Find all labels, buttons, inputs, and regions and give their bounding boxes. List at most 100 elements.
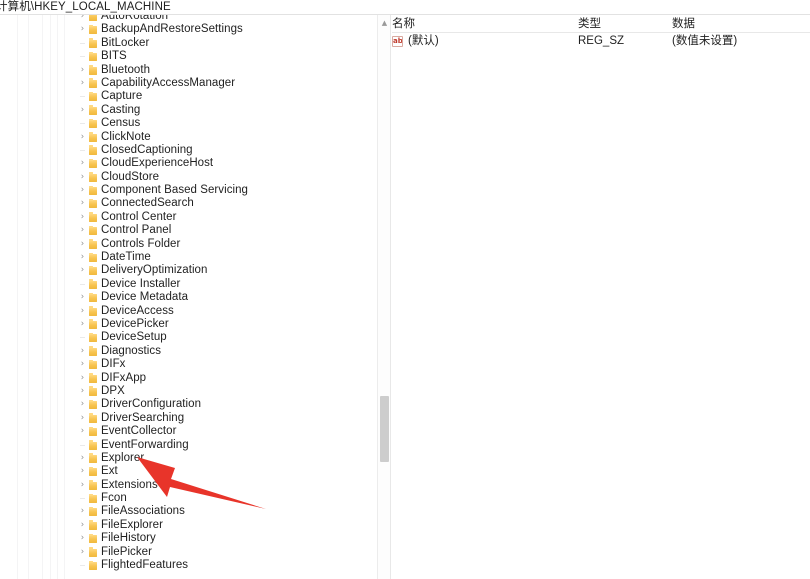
tree-item-eventforwarding[interactable]: EventForwarding (0, 439, 377, 452)
tree-item-casting[interactable]: › Casting (0, 104, 377, 117)
tree-item-bits[interactable]: BITS (0, 50, 377, 63)
chevron-right-icon[interactable]: › (78, 385, 87, 398)
folder-icon (89, 225, 97, 236)
chevron-right-icon[interactable]: › (78, 171, 87, 184)
tree-item-cloudexperiencehost[interactable]: › CloudExperienceHost (0, 157, 377, 170)
chevron-right-icon[interactable]: › (78, 184, 87, 197)
chevron-right-icon[interactable]: › (78, 318, 87, 331)
chevron-right-icon[interactable]: › (78, 131, 87, 144)
folder-icon (89, 78, 97, 88)
chevron-right-icon[interactable]: › (78, 519, 87, 532)
value-name-cell: (默认) (408, 35, 439, 47)
tree-item-blank[interactable] (0, 572, 377, 579)
registry-values-pane[interactable]: 名称 类型 数据 ab (默认) REG_SZ (数值未设置) (392, 15, 810, 579)
chevron-right-icon[interactable]: › (78, 425, 87, 438)
tree-item-filepicker[interactable]: › FilePicker (0, 546, 377, 559)
tree-item-control-panel[interactable]: › Control Panel (0, 224, 377, 237)
chevron-right-icon[interactable]: › (78, 345, 87, 358)
tree-item-difx[interactable]: › DIFx (0, 358, 377, 371)
chevron-right-icon[interactable]: › (78, 372, 87, 385)
chevron-right-icon[interactable]: › (78, 104, 87, 117)
tree-item-fileexplorer[interactable]: › FileExplorer (0, 519, 377, 532)
chevron-right-icon[interactable]: › (78, 546, 87, 559)
tree-item-controls-folder[interactable]: › Controls Folder (0, 238, 377, 251)
tree-item-cloudstore[interactable]: › CloudStore (0, 171, 377, 184)
column-header-name[interactable]: 名称 (392, 17, 415, 31)
registry-path-text: 计算机\HKEY_LOCAL_MACHINE (0, 1, 171, 13)
tree-item-explorer[interactable]: › Explorer (0, 452, 377, 465)
tree-item-flightedfeatures[interactable]: FlightedFeatures (0, 559, 377, 572)
table-row[interactable]: ab (默认) REG_SZ (数值未设置) (392, 34, 810, 49)
tree-item-diagnostics[interactable]: › Diagnostics (0, 345, 377, 358)
tree-item-datetime[interactable]: › DateTime (0, 251, 377, 264)
chevron-right-icon[interactable]: › (78, 238, 87, 251)
chevron-right-icon[interactable]: › (78, 64, 87, 77)
scroll-up-arrow-icon[interactable]: ▲ (378, 15, 391, 31)
registry-key-tree[interactable]: › AutoRotation › BackupAndRestoreSettings Bi… (0, 15, 377, 579)
tree-item-label: DPX (101, 384, 125, 397)
chevron-right-icon[interactable]: › (78, 505, 87, 518)
tree-item-deliveryoptimization[interactable]: › DeliveryOptimization (0, 264, 377, 277)
column-header-data[interactable]: 数据 (672, 17, 695, 31)
tree-item-census[interactable]: Census (0, 117, 377, 130)
tree-item-extensions[interactable]: › Extensions (0, 479, 377, 492)
chevron-right-icon[interactable]: › (78, 532, 87, 545)
tree-item-capabilityaccessmanager[interactable]: › CapabilityAccessManager (0, 77, 377, 90)
tree-item-driverconfiguration[interactable]: › DriverConfiguration (0, 398, 377, 411)
chevron-right-icon[interactable]: › (78, 15, 87, 23)
tree-item-clicknote[interactable]: › ClickNote (0, 131, 377, 144)
folder-icon (89, 105, 97, 115)
chevron-right-icon[interactable]: › (78, 465, 87, 478)
tree-item-device-installer[interactable]: Device Installer (0, 278, 377, 291)
tree-item-capture[interactable]: Capture (0, 90, 377, 103)
address-bar[interactable]: 计算机\HKEY_LOCAL_MACHINE (0, 0, 810, 15)
values-column-header: 名称 类型 数据 (392, 15, 810, 33)
tree-item-component-based-servicing[interactable]: › Component Based Servicing (0, 184, 377, 197)
chevron-right-icon[interactable]: › (78, 264, 87, 277)
tree-item-difxapp[interactable]: › DIFxApp (0, 372, 377, 385)
tree-item-deviceaccess[interactable]: › DeviceAccess (0, 305, 377, 318)
chevron-right-icon[interactable]: › (78, 398, 87, 411)
chevron-right-icon[interactable]: › (78, 452, 87, 465)
tree-item-devicesetup[interactable]: DeviceSetup (0, 331, 377, 344)
chevron-right-icon[interactable]: › (78, 305, 87, 318)
tree-item-autorotation[interactable]: › AutoRotation (0, 15, 377, 23)
chevron-right-icon[interactable]: › (78, 197, 87, 210)
tree-item-label: DriverSearching (101, 411, 185, 424)
tree-item-filehistory[interactable]: › FileHistory (0, 532, 377, 545)
chevron-right-icon[interactable]: › (78, 358, 87, 371)
column-header-type[interactable]: 类型 (578, 17, 601, 31)
tree-item-driversearching[interactable]: › DriverSearching (0, 412, 377, 425)
tree-item-control-center[interactable]: › Control Center (0, 211, 377, 224)
tree-item-devicepicker[interactable]: › DevicePicker (0, 318, 377, 331)
tree-item-label: Census (101, 117, 141, 130)
chevron-right-icon[interactable]: › (78, 157, 87, 170)
tree-item-label: Casting (101, 103, 141, 116)
tree-vertical-scrollbar[interactable]: ▲ (377, 15, 391, 579)
chevron-right-icon[interactable]: › (78, 224, 87, 237)
chevron-right-icon[interactable]: › (78, 251, 87, 264)
tree-item-connectedsearch[interactable]: › ConnectedSearch (0, 197, 377, 210)
chevron-right-icon[interactable]: › (78, 479, 87, 492)
chevron-right-icon[interactable]: › (78, 412, 87, 425)
tree-item-label: DevicePicker (101, 317, 169, 330)
chevron-right-icon[interactable]: › (78, 23, 87, 36)
tree-row-list: › AutoRotation › BackupAndRestoreSettings Bi… (0, 15, 377, 579)
tree-item-dpx[interactable]: › DPX (0, 385, 377, 398)
chevron-right-icon[interactable]: › (78, 291, 87, 304)
tree-item-ext[interactable]: › Ext (0, 465, 377, 478)
tree-item-backupandrestoresettings[interactable]: › BackupAndRestoreSettings (0, 23, 377, 36)
chevron-right-icon[interactable]: › (78, 77, 87, 90)
scrollbar-thumb[interactable] (380, 396, 389, 462)
tree-item-fileassociations[interactable]: › FileAssociations (0, 505, 377, 518)
tree-item-label: DriverConfiguration (101, 398, 202, 411)
folder-icon (89, 65, 97, 75)
tree-item-label: Controls Folder (101, 237, 181, 250)
tree-item-bitlocker[interactable]: BitLocker (0, 37, 377, 50)
tree-item-bluetooth[interactable]: › Bluetooth (0, 64, 377, 77)
tree-item-eventcollector[interactable]: › EventCollector (0, 425, 377, 438)
tree-item-device-metadata[interactable]: › Device Metadata (0, 291, 377, 304)
chevron-right-icon[interactable]: › (78, 211, 87, 224)
tree-item-fcon[interactable]: Fcon (0, 492, 377, 505)
tree-item-closedcaptioning[interactable]: ClosedCaptioning (0, 144, 377, 157)
